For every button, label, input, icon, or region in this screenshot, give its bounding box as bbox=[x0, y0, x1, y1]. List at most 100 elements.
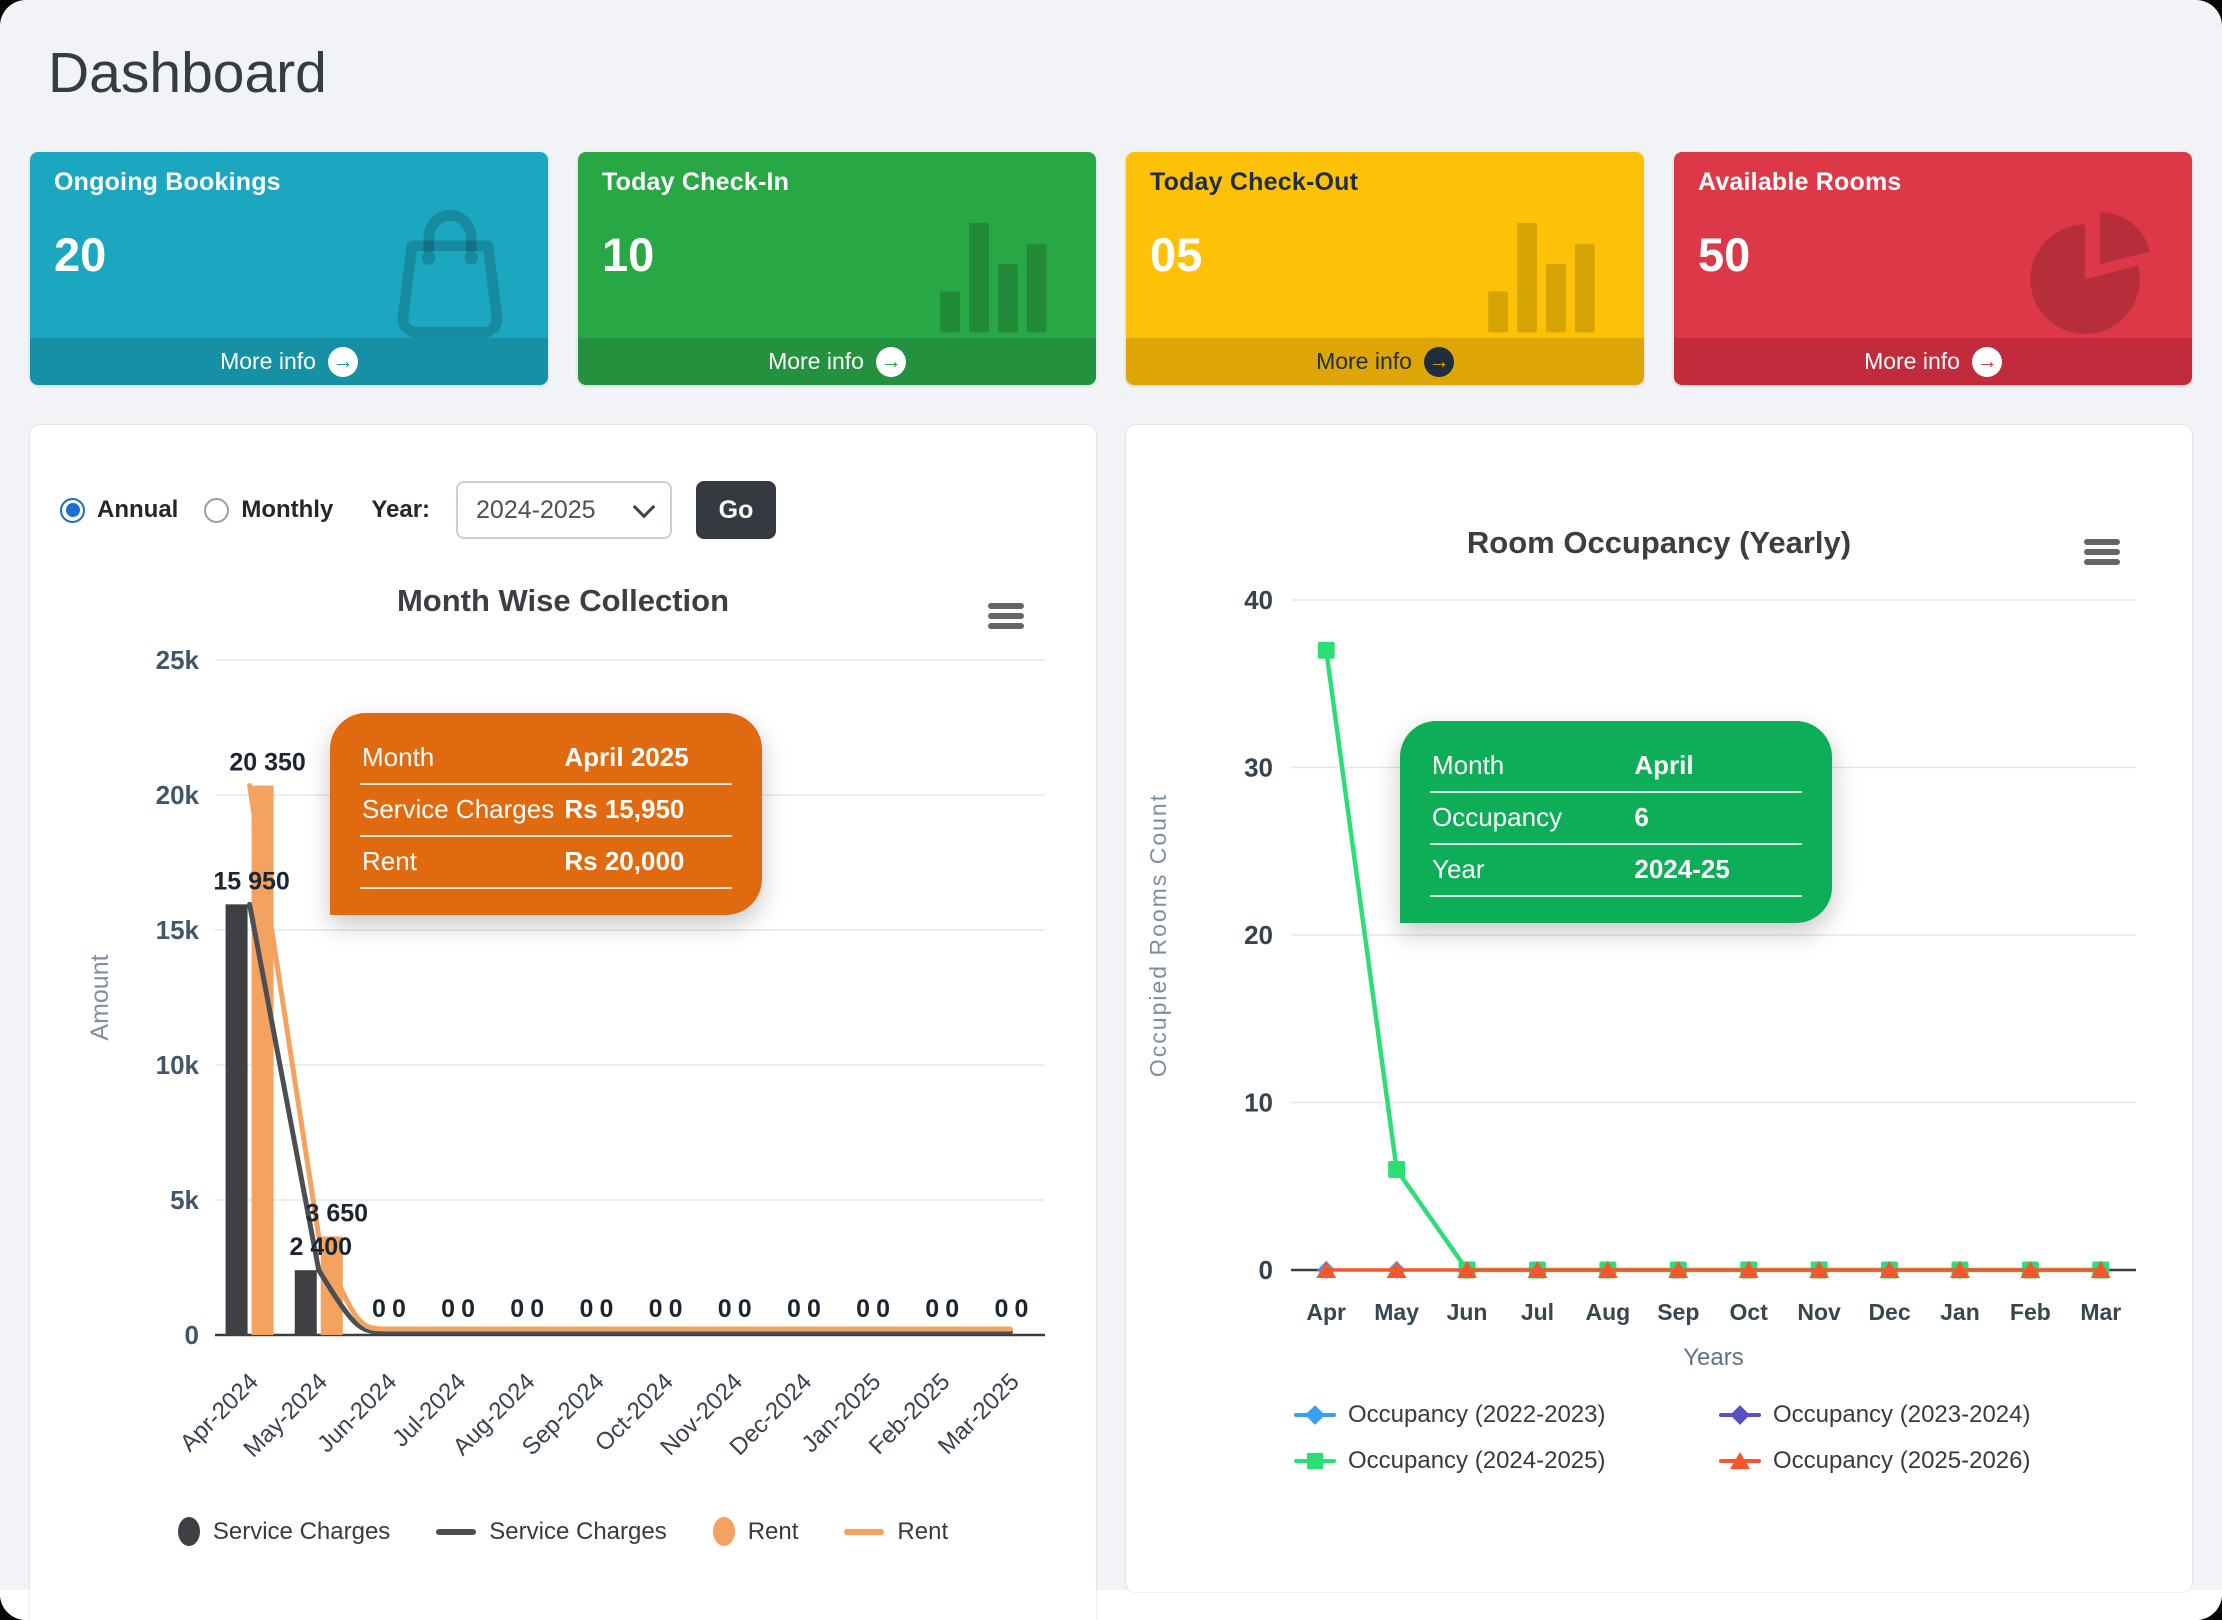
y-tick-label: 0 bbox=[185, 1320, 199, 1350]
diamond-marker-icon bbox=[1294, 1404, 1336, 1426]
index-label: 0 bbox=[994, 1295, 1008, 1323]
index-label: 0 bbox=[787, 1295, 801, 1323]
arrow-circle-right-icon: → bbox=[876, 347, 906, 377]
index-label: 0 bbox=[856, 1295, 870, 1323]
index-label: 0 bbox=[945, 1295, 959, 1323]
index-label: 0 bbox=[392, 1295, 406, 1323]
legend-label: Service Charges bbox=[213, 1518, 390, 1546]
legend-item[interactable]: Service Charges bbox=[436, 1518, 666, 1546]
x-tick-label: May bbox=[1374, 1299, 1419, 1325]
y-tick-label: 10 bbox=[1244, 1088, 1273, 1118]
index-label: 0 bbox=[461, 1295, 475, 1323]
tooltip-row: Year2024-25 bbox=[1430, 845, 1802, 897]
legend-label: Service Charges bbox=[489, 1518, 666, 1546]
y-tick-label: 25k bbox=[156, 645, 200, 675]
index-label: 0 bbox=[807, 1295, 821, 1323]
y-tick-label: 15k bbox=[156, 915, 200, 945]
legend-label: Occupancy (2025-2026) bbox=[1773, 1447, 2030, 1475]
triangle-marker-icon bbox=[1719, 1450, 1761, 1472]
legend-label: Occupancy (2023-2024) bbox=[1773, 1401, 2030, 1429]
collection-chart-tooltip: MonthApril 2025Service ChargesRs 15,950R… bbox=[330, 713, 762, 915]
legend-item[interactable]: Occupancy (2023-2024) bbox=[1719, 1401, 2030, 1429]
more-info-button[interactable]: More info → bbox=[1126, 338, 1644, 385]
x-tick-label: Mar bbox=[2080, 1299, 2121, 1325]
index-label: 0 bbox=[718, 1295, 732, 1323]
tooltip-row: MonthApril 2025 bbox=[360, 733, 732, 785]
x-tick-label: Oct bbox=[1730, 1299, 1769, 1325]
more-info-label: More info bbox=[220, 348, 316, 375]
ellipse-marker-icon bbox=[178, 1517, 200, 1546]
x-tick-label: Jul bbox=[1521, 1299, 1554, 1325]
index-label: 0 bbox=[876, 1295, 890, 1323]
card-body: Today Check-Out 05 bbox=[1126, 152, 1644, 338]
card-today-checkout: Today Check-Out 05 More info → bbox=[1126, 152, 1644, 385]
more-info-button[interactable]: More info → bbox=[1674, 338, 2192, 385]
y-tick-label: 30 bbox=[1244, 753, 1273, 783]
x-tick-label: Jun bbox=[1447, 1299, 1488, 1325]
tooltip-row: MonthApril bbox=[1430, 741, 1802, 793]
line-marker-icon bbox=[436, 1529, 476, 1535]
x-tick-label: Apr bbox=[1306, 1299, 1346, 1325]
y-tick-label: 40 bbox=[1244, 585, 1273, 615]
y-tick-label: 5k bbox=[170, 1185, 199, 1215]
index-label: 0 bbox=[599, 1295, 613, 1323]
square-marker bbox=[1318, 642, 1335, 659]
index-label: 0 bbox=[669, 1295, 683, 1323]
legend-item[interactable]: Occupancy (2025-2026) bbox=[1719, 1447, 2030, 1475]
more-info-label: More info bbox=[768, 348, 864, 375]
index-label: 0 bbox=[510, 1295, 524, 1323]
index-label: 0 bbox=[649, 1295, 663, 1323]
square-marker-icon bbox=[1294, 1450, 1336, 1472]
index-label: 0 bbox=[530, 1295, 544, 1323]
collection-chart-legend: Service Charges Service Charges Rent Rent bbox=[30, 1517, 1096, 1546]
legend-item[interactable]: Service Charges bbox=[178, 1517, 390, 1546]
legend-item[interactable]: Rent bbox=[844, 1518, 948, 1546]
index-label: 0 bbox=[579, 1295, 593, 1323]
legend-label: Occupancy (2024-2025) bbox=[1348, 1447, 1605, 1475]
card-ongoing-bookings: Ongoing Bookings 20 More info → bbox=[30, 152, 548, 385]
index-label: 0 bbox=[738, 1295, 752, 1323]
bar-chart-icon bbox=[1470, 188, 1622, 340]
legend-label: Rent bbox=[897, 1518, 948, 1546]
tooltip-row: Occupancy6 bbox=[1430, 793, 1802, 845]
shopping-bag-icon bbox=[374, 188, 526, 340]
card-body: Available Rooms 50 bbox=[1674, 152, 2192, 338]
y-axis-title: Occupied Rooms Count bbox=[1145, 793, 1171, 1077]
index-label: 0 bbox=[1014, 1295, 1028, 1323]
x-tick-label: Nov bbox=[1797, 1299, 1841, 1325]
card-available-rooms: Available Rooms 50 More info → bbox=[1674, 152, 2192, 385]
index-label: 0 bbox=[441, 1295, 455, 1323]
more-info-button[interactable]: More info → bbox=[578, 338, 1096, 385]
x-tick-label: Jan bbox=[1940, 1299, 1980, 1325]
legend-label: Rent bbox=[748, 1518, 799, 1546]
card-body: Today Check-In 10 bbox=[578, 152, 1096, 338]
bar-chart-icon bbox=[922, 188, 1074, 340]
diamond-marker-icon bbox=[1719, 1404, 1761, 1426]
index-label: 2 400 bbox=[289, 1233, 352, 1261]
collection-chart-canvas[interactable]: 05k10k15k20k25kAmountApr-2024May-2024Jun… bbox=[30, 425, 1096, 1620]
y-tick-label: 20 bbox=[1244, 920, 1273, 950]
service-charges-line bbox=[250, 904, 1011, 1332]
arrow-circle-right-icon: → bbox=[1424, 347, 1454, 377]
stat-cards-row: Ongoing Bookings 20 More info → Today Ch… bbox=[30, 152, 2192, 385]
more-info-label: More info bbox=[1316, 348, 1412, 375]
page-title: Dashboard bbox=[48, 40, 327, 106]
y-tick-label: 20k bbox=[156, 780, 200, 810]
arrow-circle-right-icon: → bbox=[328, 347, 358, 377]
legend-item[interactable]: Rent bbox=[713, 1517, 799, 1546]
index-label: 3 650 bbox=[305, 1199, 368, 1227]
index-label: 20 350 bbox=[229, 749, 305, 777]
more-info-button[interactable]: More info → bbox=[30, 338, 548, 385]
index-label: 0 bbox=[925, 1295, 939, 1323]
index-label: 15 950 bbox=[213, 867, 289, 895]
ellipse-marker-icon bbox=[713, 1517, 735, 1546]
service-charges-bar bbox=[226, 904, 248, 1335]
collection-panel: Annual Monthly Year: 2024-2025 Go Month … bbox=[30, 425, 1096, 1620]
more-info-label: More info bbox=[1864, 348, 1960, 375]
legend-item[interactable]: Occupancy (2024-2025) bbox=[1294, 1447, 1719, 1475]
y-tick-label: 10k bbox=[156, 1050, 200, 1080]
legend-item[interactable]: Occupancy (2022-2023) bbox=[1294, 1401, 1719, 1429]
occupancy-chart-tooltip: MonthAprilOccupancy6Year2024-25 bbox=[1400, 721, 1832, 923]
line-marker-icon bbox=[844, 1529, 884, 1535]
x-tick-label: Feb bbox=[2010, 1299, 2051, 1325]
